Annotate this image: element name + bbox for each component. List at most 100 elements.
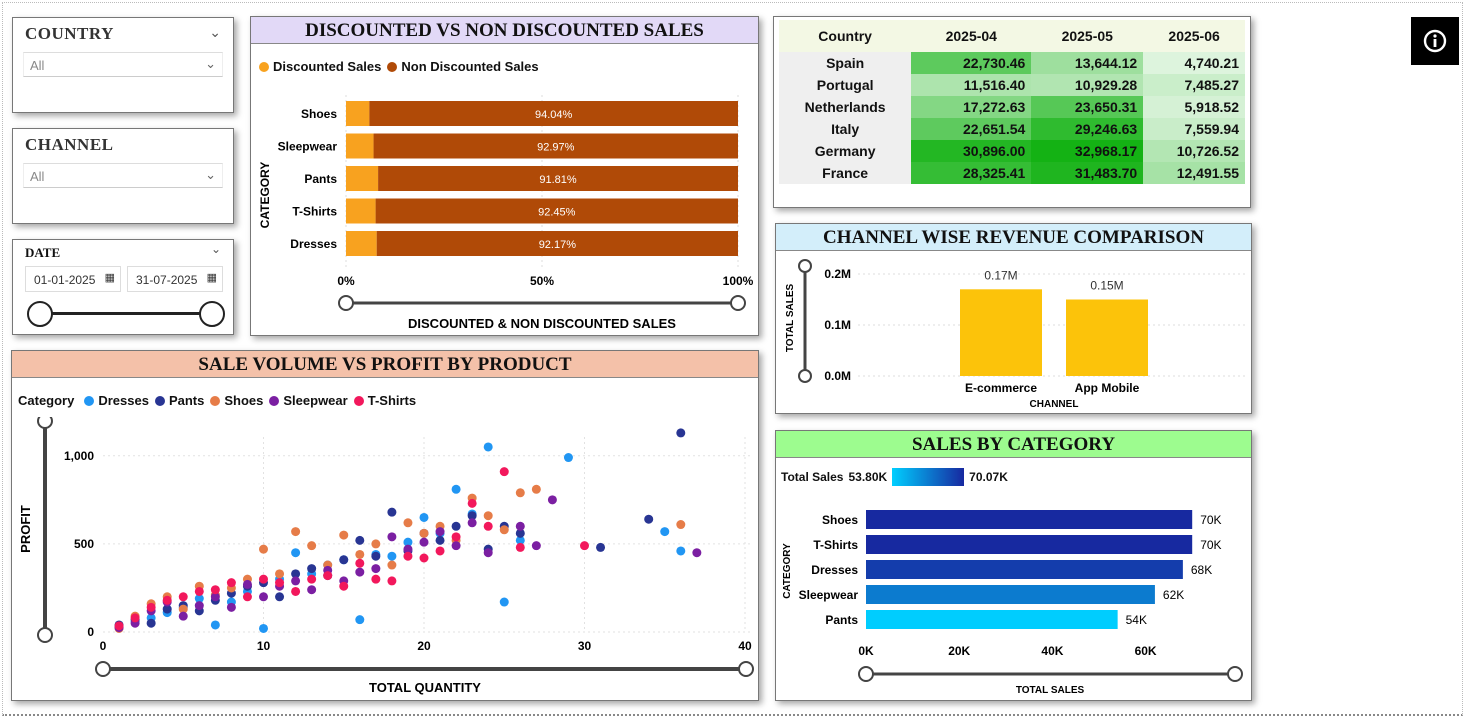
info-button[interactable] [1411,17,1459,65]
discount-category-label: T-Shirts [292,205,337,219]
channel-dropdown[interactable]: All ⌄ [23,163,223,188]
scatter-point-shoes [419,528,429,538]
scatter-chart-title: SALE VOLUME VS PROFIT BY PRODUCT [12,351,758,378]
date-end-input[interactable]: 31-07-2025 ▦ [127,266,223,292]
category-slider-start-handle[interactable] [858,666,874,682]
category-y-tick: Dresses [811,563,858,577]
matrix-value-cell: 12,491.55 [1143,162,1245,184]
scatter-point-tshirts [146,602,156,612]
table-row[interactable]: Italy 22,651.54 29,246.63 7,559.94 [779,118,1245,140]
calendar-icon[interactable]: ▦ [105,271,115,284]
scatter-point-tshirts [435,546,445,556]
channel-bar-chart: TOTAL SALES CHANNEL 0.2M 0.1M 0.0M 0.17M E-c… [785,259,1248,410]
table-row[interactable]: France 28,325.41 31,483.70 12,491.55 [779,162,1245,184]
channel-y-tick: 0.1M [824,318,851,332]
discount-data-label: 92.97% [537,142,575,154]
scatter-point-sleepwear [291,576,301,586]
discount-x-axis-label: DISCOUNTED & NON DISCOUNTED SALES [408,316,676,331]
table-row[interactable]: Portugal 11,516.40 10,929.28 7,485.27 [779,74,1245,96]
category-data-label: 68K [1191,563,1212,577]
category-x-axis-label: TOTAL SALES [1016,685,1085,696]
date-slicer-title: DATE [25,245,61,260]
scatter-point-dresses [355,615,365,625]
matrix-value-cell: 22,730.46 [911,52,1032,74]
scatter-x-slider-start-handle[interactable] [95,661,111,677]
category-color-scale: Total Sales 53.80K 70.07K [781,468,1008,486]
matrix-header-month[interactable]: 2025-05 [1031,20,1144,52]
matrix-value-cell: 28,325.41 [911,162,1032,184]
scatter-point-tshirts [114,621,124,631]
scatter-point-shoes [499,525,509,535]
table-row[interactable]: Netherlands 17,272.63 23,650.31 5,918.52 [779,96,1245,118]
scatter-x-axis-label: TOTAL QUANTITY [369,680,481,695]
scatter-x-slider-end-handle[interactable] [738,661,754,677]
scatter-y-slider-bottom-handle[interactable] [37,627,53,643]
country-slicer: COUNTRY ⌄ All ⌄ [12,17,234,113]
category-slider-end-handle[interactable] [1227,666,1243,682]
scatter-legend-title: Category [18,393,75,408]
channel-slider-bottom-handle[interactable] [798,369,812,383]
scatter-point-tshirts [178,592,188,602]
discount-bar-chart: CATEGORY DISCOUNTED & NON DISCOUNTED SAL… [258,95,754,331]
scatter-point-tshirts [467,498,477,508]
scatter-point-tshirts [499,467,509,477]
country-dropdown[interactable]: All ⌄ [23,52,223,77]
legend-label-pants: Pants [168,393,205,408]
scatter-point-shoes [371,539,381,549]
scatter-point-sleepwear [419,537,429,547]
matrix-header-month[interactable]: 2025-04 [911,20,1032,52]
scatter-point-tshirts [403,551,413,561]
matrix-value-cell: 7,559.94 [1143,118,1245,140]
discounted-bar [346,133,374,159]
date-slider-end-handle[interactable] [199,301,225,327]
table-row[interactable]: Germany 30,896.00 32,968.17 10,726.52 [779,140,1245,162]
matrix-header-country[interactable]: Country [779,20,912,52]
scatter-y-tick: 500 [74,537,94,551]
discounted-bar [346,198,376,224]
scatter-point-shoes [483,511,493,521]
matrix-header-row: Country 2025-04 2025-05 2025-06 [779,20,1245,52]
scatter-point-dresses [419,512,429,522]
category-y-axis-label: CATEGORY [782,543,793,599]
scatter-point-pants [435,535,445,545]
legend-dot-shoes [210,395,221,406]
channel-y-tick: 0.2M [824,267,851,281]
matrix-value-cell: 13,644.12 [1031,52,1144,74]
category-bar [866,585,1155,604]
discount-data-label: 91.81% [539,174,577,186]
scatter-y-axis-label: PROFIT [18,505,33,553]
scatter-point-sleepwear [547,495,557,505]
date-start-input[interactable]: 01-01-2025 ▦ [25,266,121,292]
date-slider-start-handle[interactable] [27,301,53,327]
scatter-y-slider-top-handle[interactable] [37,417,53,429]
chevron-down-icon[interactable]: ⌄ [211,242,221,256]
info-icon [1423,29,1447,53]
category-chart-title: SALES BY CATEGORY [776,431,1251,458]
date-range-slider[interactable] [39,312,211,315]
chevron-down-icon[interactable]: ⌄ [209,24,221,41]
matrix-value-cell: 7,485.27 [1143,74,1245,96]
scatter-point-shoes [307,541,317,551]
date-end-value: 31-07-2025 [136,273,198,287]
scatter-point-sleepwear [194,601,204,611]
matrix-header-month[interactable]: 2025-06 [1143,20,1245,52]
category-bar [866,510,1193,529]
category-bar [866,610,1118,629]
scatter-point-tshirts [451,532,461,542]
matrix-value-cell: 5,918.52 [1143,96,1245,118]
matrix-value-cell: 30,896.00 [911,140,1032,162]
discount-slider-start-handle[interactable] [338,295,354,311]
table-row[interactable]: Spain 22,730.46 13,644.12 4,740.21 [779,52,1245,74]
country-sales-matrix: Country 2025-04 2025-05 2025-06 Spain 22… [779,20,1245,184]
scatter-point-sleepwear [692,548,702,558]
scatter-point-dresses [676,546,686,556]
category-x-tick: 20K [948,644,970,658]
scatter-point-pants [596,542,606,552]
channel-slider-top-handle[interactable] [798,259,812,273]
matrix-value-cell: 29,246.63 [1031,118,1144,140]
calendar-icon[interactable]: ▦ [207,271,217,284]
discount-slider-end-handle[interactable] [730,295,746,311]
channel-data-label: 0.15M [1090,279,1123,293]
channel-x-tick: App Mobile [1075,381,1140,395]
scatter-point-dresses [451,484,461,494]
